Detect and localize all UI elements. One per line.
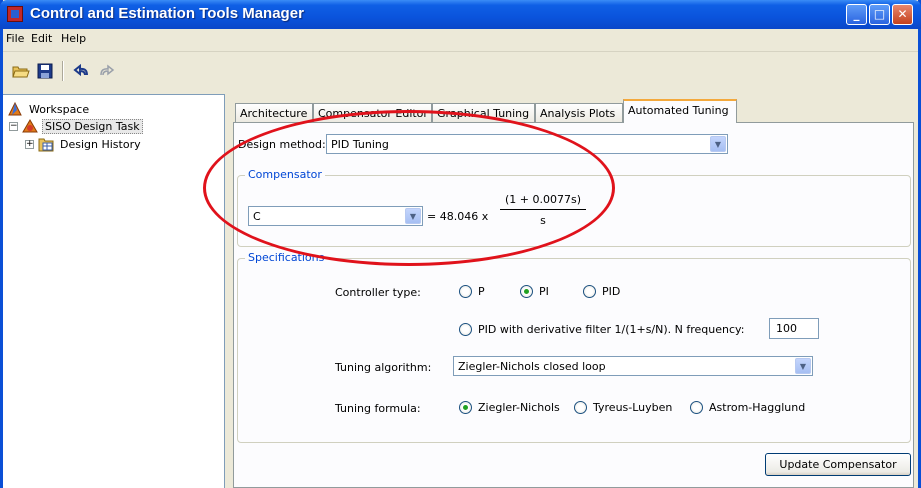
radio-icon — [459, 323, 472, 336]
controller-pi-radio[interactable]: PI — [520, 285, 549, 298]
tree-item-workspace[interactable]: Workspace — [7, 101, 91, 117]
tab-strip: Architecture Compensator Editor Graphica… — [233, 98, 916, 123]
radio-selected-icon — [459, 401, 472, 414]
specifications-group: Specifications Controller type: P PI PID… — [237, 251, 911, 443]
save-icon[interactable] — [36, 63, 54, 79]
tuning-algorithm-select[interactable]: Ziegler-Nichols closed loop ▼ — [453, 356, 813, 376]
design-method-select[interactable]: PID Tuning ▼ — [326, 134, 728, 154]
window-title: Control and Estimation Tools Manager — [30, 5, 304, 22]
design-method-value: PID Tuning — [331, 138, 389, 151]
chevron-down-icon: ▼ — [710, 136, 726, 152]
specifications-group-title: Specifications — [245, 251, 328, 264]
controller-pid-radio[interactable]: PID — [583, 285, 620, 298]
toolbar-separator — [62, 61, 64, 81]
radio-selected-icon — [520, 285, 533, 298]
controller-type-label: Controller type: — [335, 286, 421, 299]
compensator-select[interactable]: C ▼ — [248, 206, 423, 226]
formula-astrom-hagglund-radio[interactable]: Astrom-Hagglund — [690, 401, 805, 414]
radio-icon — [459, 285, 472, 298]
tab-graphical-tuning[interactable]: Graphical Tuning — [432, 103, 535, 123]
fraction-bar — [500, 209, 586, 210]
tuning-algorithm-label: Tuning algorithm: — [335, 361, 432, 374]
redo-icon[interactable] — [97, 63, 115, 79]
chevron-down-icon: ▼ — [405, 208, 421, 224]
tree-label-siso-design-task: SISO Design Task — [42, 118, 143, 134]
compensator-numerator: (1 + 0.0077s) — [504, 193, 581, 206]
siso-task-icon — [22, 119, 38, 133]
chevron-down-icon: ▼ — [795, 358, 811, 374]
tree-item-siso-design-task[interactable]: − SISO Design Task — [9, 118, 143, 134]
menu-bar: File Edit Help — [3, 29, 918, 49]
tab-architecture[interactable]: Architecture — [235, 103, 313, 123]
tuning-algorithm-value: Ziegler-Nichols closed loop — [458, 360, 606, 373]
menu-help[interactable]: Help — [61, 32, 86, 45]
controller-p-radio[interactable]: P — [459, 285, 485, 298]
radio-icon — [690, 401, 703, 414]
update-compensator-button[interactable]: Update Compensator — [765, 453, 911, 476]
expand-icon[interactable]: + — [25, 139, 34, 149]
collapse-icon[interactable]: − — [9, 121, 18, 131]
open-icon[interactable] — [12, 63, 30, 79]
close-button[interactable]: ✕ — [892, 4, 913, 25]
controller-pi-label: PI — [539, 285, 549, 298]
controller-pid-label: PID — [602, 285, 621, 298]
tree-item-design-history[interactable]: + Design History — [25, 136, 143, 152]
compensator-select-value: C — [253, 210, 261, 223]
menu-edit[interactable]: Edit — [31, 32, 52, 45]
toolbar — [3, 51, 918, 89]
formula-astrom-hagglund-label: Astrom-Hagglund — [709, 401, 806, 414]
folder-table-icon — [38, 138, 54, 152]
automated-tuning-page: Design method: PID Tuning ▼ Compensator … — [233, 122, 914, 488]
radio-icon — [574, 401, 587, 414]
formula-tyreus-luyben-radio[interactable]: Tyreus-Luyben — [574, 401, 672, 414]
design-method-label: Design method: — [238, 138, 326, 151]
maximize-button[interactable]: □ — [869, 4, 890, 25]
controller-p-label: P — [478, 285, 485, 298]
app-icon — [7, 6, 23, 22]
workspace-icon — [8, 101, 22, 116]
n-frequency-field[interactable]: 100 — [769, 318, 819, 339]
tab-automated-tuning[interactable]: Automated Tuning — [623, 99, 737, 123]
title-bar: Control and Estimation Tools Manager _ □… — [0, 0, 921, 29]
tree-label-workspace: Workspace — [29, 102, 90, 116]
formula-ziegler-nichols-label: Ziegler-Nichols — [478, 401, 560, 414]
minimize-button[interactable]: _ — [846, 4, 867, 25]
compensator-group: Compensator C ▼ = 48.046 x (1 + 0.0077s)… — [237, 168, 911, 247]
tuning-formula-label: Tuning formula: — [335, 402, 421, 415]
compensator-group-title: Compensator — [245, 168, 325, 181]
pid-filter-label: PID with derivative filter 1/(1+s/N). N … — [478, 323, 745, 336]
tab-analysis-plots[interactable]: Analysis Plots — [535, 103, 623, 123]
tab-compensator-editor[interactable]: Compensator Editor — [313, 103, 432, 123]
formula-tyreus-luyben-label: Tyreus-Luyben — [593, 401, 673, 414]
undo-icon[interactable] — [73, 63, 91, 79]
compensator-gain: = 48.046 x — [427, 210, 489, 223]
main-panel: Architecture Compensator Editor Graphica… — [231, 94, 918, 488]
compensator-denominator: s — [540, 214, 546, 227]
menu-file[interactable]: File — [6, 32, 24, 45]
pid-filter-radio[interactable]: PID with derivative filter 1/(1+s/N). N … — [459, 323, 744, 336]
radio-icon — [583, 285, 596, 298]
workspace-tree: Workspace − SISO Design Task + Design Hi… — [3, 94, 225, 488]
formula-ziegler-nichols-radio[interactable]: Ziegler-Nichols — [459, 401, 560, 414]
tree-label-design-history: Design History — [60, 137, 141, 151]
app-window: Control and Estimation Tools Manager _ □… — [0, 0, 921, 488]
